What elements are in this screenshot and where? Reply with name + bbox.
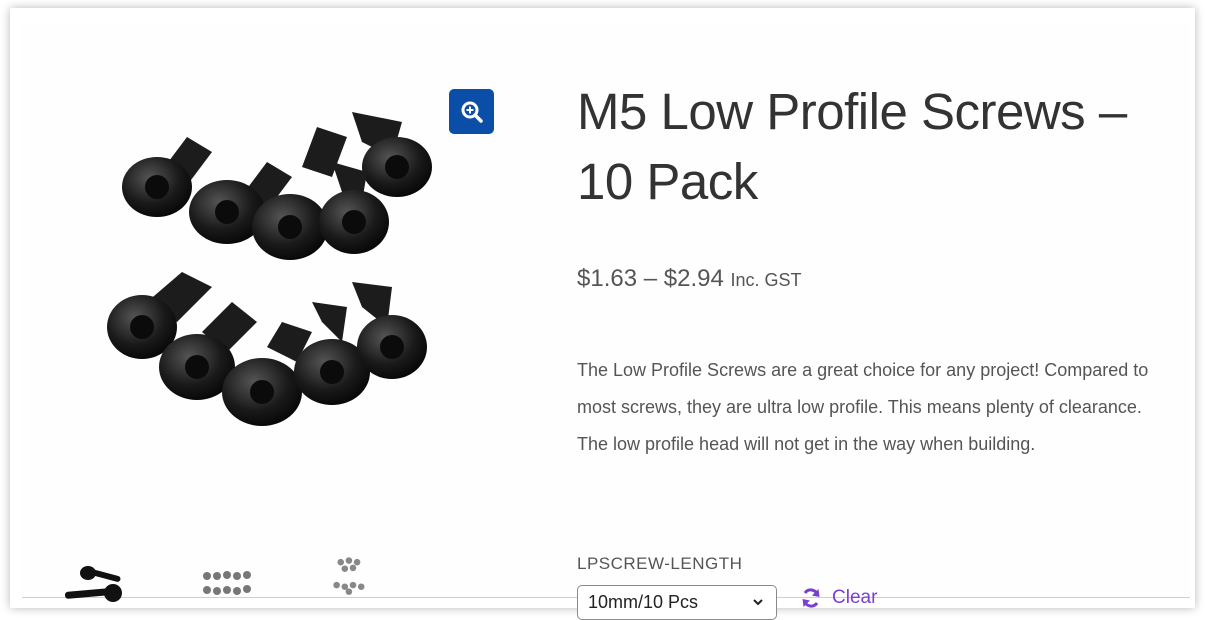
zoom-button[interactable] [449,89,494,134]
product-price: $1.63 – $2.94 Inc. GST [577,265,802,293]
price-suffix: Inc. GST [730,270,802,290]
clear-variation-link[interactable]: Clear [800,587,877,609]
thumbnail-3[interactable] [318,554,388,599]
variation-label: LPSCREW-LENGTH [577,554,743,573]
product-title: M5 Low Profile Screws – 10 Pack [577,83,1127,210]
zoom-in-icon [461,101,483,123]
thumbnail-1[interactable] [63,564,133,609]
price-range: $1.63 – $2.94 [577,265,724,292]
thumbnail-2[interactable] [195,564,265,609]
length-select-value: 10mm/10 Pcs [588,592,699,612]
product-container: M5 Low Profile Screws – 10 Pack $1.63 – … [22,22,1190,620]
clear-label: Clear [832,587,878,608]
product-description: The Low Profile Screws are a great choic… [577,360,1149,454]
main-product-image[interactable] [62,82,462,462]
length-select[interactable]: 10mm/10 Pcs [577,585,777,620]
refresh-icon [802,588,820,608]
chevron-down-icon [753,599,763,606]
product-gallery [22,22,517,602]
